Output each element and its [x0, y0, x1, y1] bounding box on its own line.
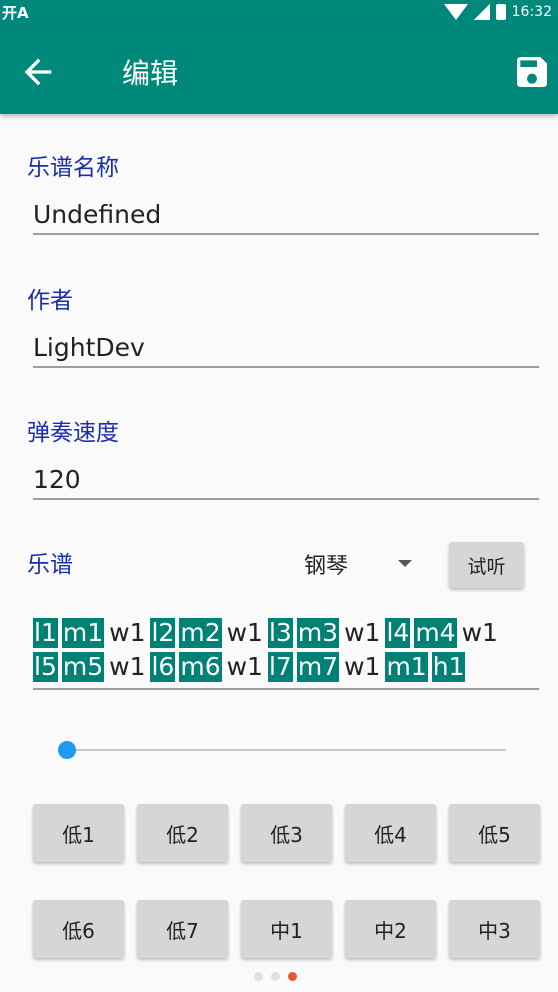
chevron-down-icon[interactable]	[398, 560, 412, 567]
score-note: l4	[385, 618, 411, 648]
score-note: w1	[344, 652, 381, 681]
score-line-2: l5 m5 w1 l6 m6 w1 l7 m7 w1 m1 h1	[33, 650, 539, 684]
author-input[interactable]: LightDev	[33, 333, 539, 368]
score-line-1: l1 m1 w1 l2 m2 w1 l3 m3 w1 l4 m4 w1	[33, 616, 539, 650]
status-bar: 开A 16:32	[0, 0, 558, 28]
score-note: w1	[109, 652, 146, 681]
note-key-button[interactable]: 低5	[449, 804, 540, 862]
back-button[interactable]	[18, 52, 58, 92]
note-key-button[interactable]: 中2	[345, 900, 436, 958]
seek-slider-track[interactable]	[66, 749, 506, 751]
note-key-button[interactable]: 低1	[33, 804, 124, 862]
score-note: l5	[33, 652, 58, 682]
page-title: 编辑	[122, 57, 179, 90]
score-name-label: 乐谱名称	[27, 155, 119, 181]
score-note: m5	[61, 652, 105, 682]
score-note: w1	[344, 618, 381, 647]
instrument-select[interactable]: 钢琴	[304, 548, 348, 580]
score-note: m2	[179, 618, 222, 648]
score-editor[interactable]: l1 m1 w1 l2 m2 w1 l3 m3 w1 l4 m4 w1 l5 m5 w1 l6 m6 w1 l7 m…	[33, 616, 539, 690]
status-time: 16:32	[511, 4, 552, 20]
score-note: w1	[226, 618, 263, 647]
speed-input[interactable]: 120	[33, 465, 539, 500]
score-note: m1	[385, 652, 428, 682]
score-note: l6	[150, 652, 176, 682]
page-dot	[271, 972, 280, 981]
score-note: l7	[267, 652, 293, 682]
preview-button[interactable]: 试听	[449, 542, 524, 588]
note-key-button[interactable]: 低6	[33, 900, 124, 958]
score-note: m7	[296, 652, 340, 682]
wifi-icon	[443, 4, 468, 20]
score-note: w1	[461, 618, 498, 647]
save-icon	[517, 57, 547, 87]
page-dot	[288, 972, 297, 981]
note-key-button[interactable]: 低3	[241, 804, 332, 862]
signal-icon	[473, 4, 490, 20]
score-note: w1	[109, 618, 146, 647]
save-button[interactable]	[512, 52, 552, 92]
score-note: m6	[179, 652, 222, 682]
score-note: m3	[296, 618, 340, 648]
score-note: h1	[431, 652, 466, 682]
note-key-button[interactable]: 低7	[137, 900, 228, 958]
battery-icon	[495, 4, 506, 20]
status-left-indicator: 开A	[2, 4, 29, 22]
arrow-back-icon	[24, 58, 52, 86]
score-name-input[interactable]: Undefined	[33, 200, 539, 235]
score-note: w1	[226, 652, 263, 681]
score-note: l1	[33, 618, 58, 648]
note-key-button[interactable]: 低4	[345, 804, 436, 862]
score-note: m1	[61, 618, 105, 648]
score-note: m4	[414, 618, 457, 648]
app-toolbar: 编辑	[0, 28, 558, 114]
page-indicator	[254, 972, 297, 981]
score-label: 乐谱	[27, 552, 73, 578]
author-label: 作者	[27, 288, 73, 314]
speed-label: 弹奏速度	[27, 420, 119, 446]
note-key-button[interactable]: 中1	[241, 900, 332, 958]
page-dot	[254, 972, 263, 981]
score-note: l2	[150, 618, 176, 648]
score-note: l3	[267, 618, 293, 648]
seek-slider-thumb[interactable]	[58, 741, 76, 759]
note-key-button[interactable]: 低2	[137, 804, 228, 862]
note-key-button[interactable]: 中3	[449, 900, 540, 958]
